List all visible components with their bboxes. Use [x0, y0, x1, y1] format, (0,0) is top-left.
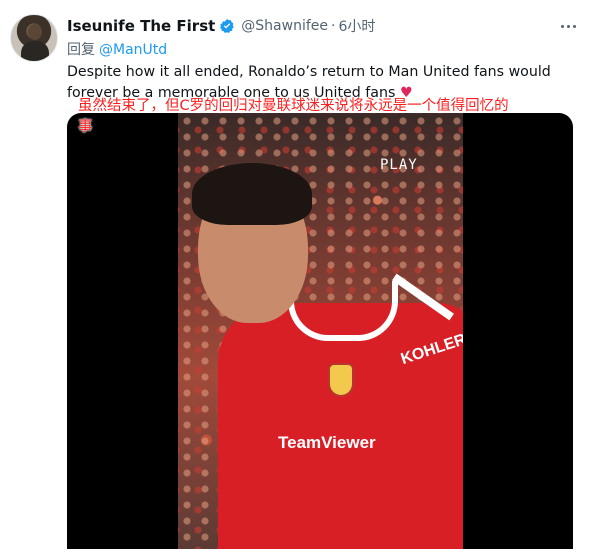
verified-icon [220, 19, 235, 33]
avatar[interactable] [10, 14, 58, 62]
tweet-time[interactable]: 6小时 [338, 16, 375, 36]
reply-mention-link[interactable]: @ManUtd [99, 42, 167, 58]
reply-prefix: 回复 [67, 42, 95, 58]
play-label: PLAY [380, 157, 418, 173]
tweet-header: Iseunife The First @Shawnifee · 6小时 [67, 16, 375, 36]
more-options-icon[interactable] [556, 16, 580, 36]
author-handle[interactable]: @Shawnifee [241, 18, 328, 34]
shirt-sponsor: TeamViewer [278, 433, 376, 452]
chinese-caption-overlay: 虽然结束了，但C罗的回归对曼联球迷来说将永远是一个值得回忆的事 [78, 98, 509, 135]
tweet: Iseunife The First @Shawnifee · 6小时 回复 @M… [0, 0, 590, 549]
separator-dot: · [331, 18, 336, 34]
author-name[interactable]: Iseunife The First [67, 17, 215, 35]
video-media[interactable]: TeamViewer KOHLER PLAY [67, 113, 573, 549]
video-frame[interactable]: TeamViewer KOHLER PLAY [178, 113, 463, 549]
club-badge-icon [328, 363, 354, 397]
reply-context: 回复 @ManUtd [67, 39, 167, 59]
